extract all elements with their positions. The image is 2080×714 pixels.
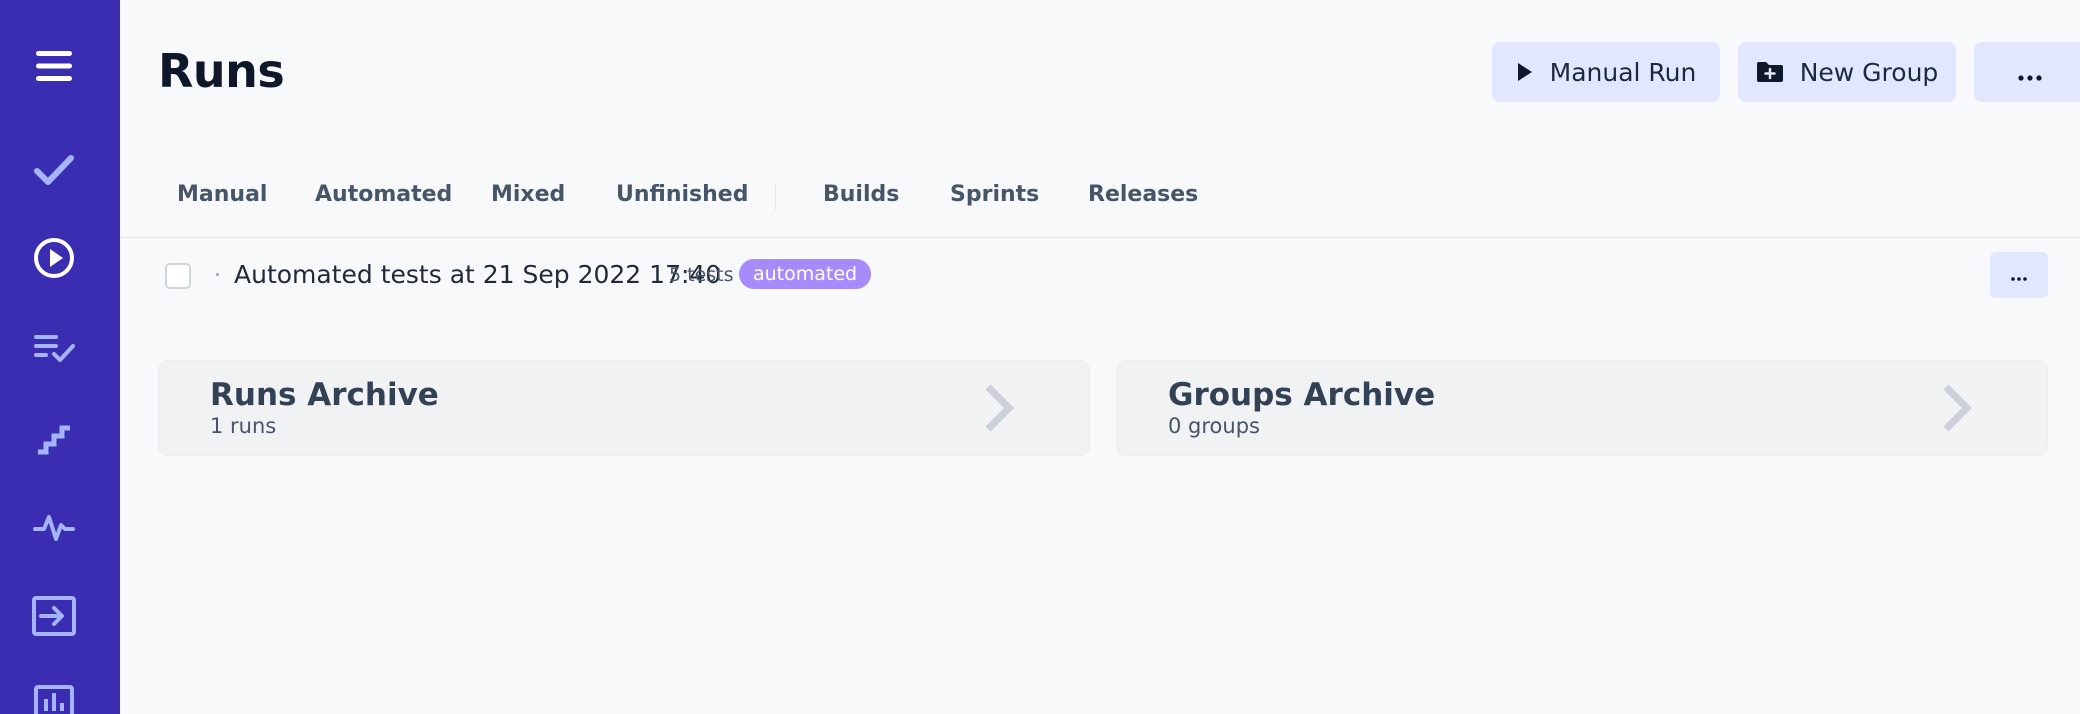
- chevron-right-icon: [983, 383, 1015, 437]
- bar-chart-icon[interactable]: [30, 676, 78, 714]
- manual-run-button[interactable]: Manual Run: [1492, 42, 1720, 102]
- groups-archive-count: 0 groups: [1168, 414, 1260, 438]
- divider: [120, 237, 2080, 238]
- manual-run-label: Manual Run: [1549, 57, 1697, 87]
- main-content: Runs Manual Run New Group Manual Automat…: [120, 0, 2080, 714]
- import-icon[interactable]: [30, 592, 78, 640]
- list-item: Automated tests at 21 Sep 2022 17:40 5 t…: [120, 250, 2080, 300]
- chevron-right-icon: [1941, 383, 1973, 437]
- tab-manual[interactable]: Manual: [177, 182, 267, 207]
- run-type-badge: automated: [739, 259, 872, 289]
- tab-mixed[interactable]: Mixed: [491, 182, 565, 207]
- tab-automated[interactable]: Automated: [315, 182, 452, 207]
- new-group-label: New Group: [1799, 57, 1939, 87]
- sidebar: [0, 0, 120, 714]
- menu-icon[interactable]: [30, 42, 78, 90]
- pulse-icon[interactable]: [30, 504, 78, 552]
- run-more-button[interactable]: [1990, 252, 2048, 298]
- runs-archive-card[interactable]: Runs Archive 1 runs: [158, 360, 1090, 456]
- tab-unfinished[interactable]: Unfinished: [616, 182, 748, 207]
- more-options-button[interactable]: [1974, 42, 2080, 102]
- groups-archive-title: Groups Archive: [1168, 377, 1436, 413]
- checklist-icon[interactable]: [30, 324, 78, 372]
- play-circle-icon[interactable]: [30, 234, 78, 282]
- ellipsis-icon: [2018, 58, 2042, 87]
- groups-archive-card[interactable]: Groups Archive 0 groups: [1116, 360, 2048, 456]
- filter-tabs: Manual Automated Mixed Unfinished Builds…: [120, 172, 2080, 238]
- steps-icon[interactable]: [30, 414, 78, 462]
- tab-releases[interactable]: Releases: [1088, 182, 1198, 207]
- runs-archive-title: Runs Archive: [210, 377, 439, 413]
- status-dot: [216, 273, 219, 276]
- tab-sprints[interactable]: Sprints: [950, 182, 1039, 207]
- runs-archive-count: 1 runs: [210, 414, 277, 438]
- run-select-checkbox[interactable]: [165, 263, 191, 289]
- checkmark-icon[interactable]: [30, 146, 78, 194]
- ellipsis-icon: [2011, 266, 2027, 285]
- tab-builds[interactable]: Builds: [823, 182, 899, 207]
- page-title: Runs: [158, 44, 285, 98]
- run-title[interactable]: Automated tests at 21 Sep 2022 17:40: [234, 260, 721, 289]
- tab-divider: [775, 184, 776, 210]
- new-group-button[interactable]: New Group: [1738, 42, 1956, 102]
- run-test-count: 5 tests: [669, 264, 734, 286]
- folder-plus-icon: [1756, 60, 1784, 84]
- play-icon: [1516, 61, 1534, 83]
